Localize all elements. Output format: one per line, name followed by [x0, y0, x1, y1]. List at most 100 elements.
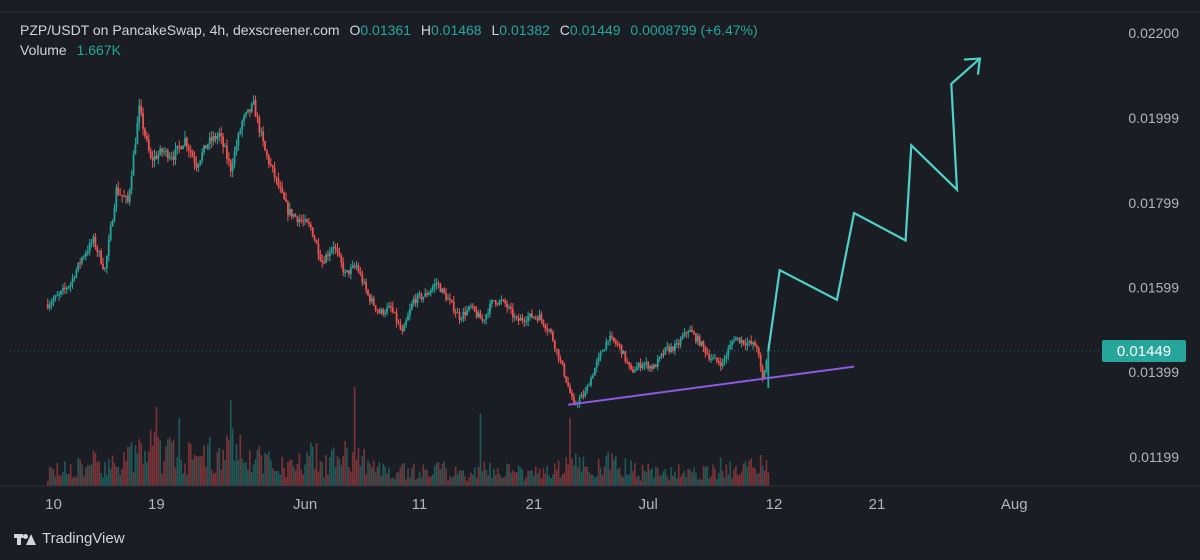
candle-body — [216, 136, 219, 140]
candle-body — [267, 155, 270, 164]
volume-bar — [628, 474, 630, 486]
volume-bar — [473, 467, 476, 486]
candle-body — [161, 148, 164, 153]
tradingview-branding[interactable]: TradingView — [14, 530, 125, 547]
volume-bar — [167, 439, 169, 486]
candle-body — [738, 337, 741, 343]
candle-body — [159, 148, 162, 155]
volume-bar — [283, 467, 285, 486]
volume-bar — [48, 466, 51, 486]
volume-bar — [310, 442, 312, 486]
volume-bar — [719, 457, 722, 486]
candle-body — [306, 219, 308, 223]
candle-body — [304, 219, 306, 222]
volume-bar — [117, 466, 120, 486]
candle-body — [153, 156, 156, 161]
candle-body — [328, 252, 331, 257]
candle-body — [498, 300, 501, 305]
candle-body — [633, 370, 636, 373]
candle-body — [336, 248, 339, 252]
volume-bar — [618, 467, 621, 486]
volume-bar — [605, 455, 608, 486]
candle-body — [105, 255, 108, 268]
volume-bar — [382, 463, 385, 486]
volume-bar — [626, 474, 629, 486]
candle-body — [422, 296, 425, 300]
candle-body — [515, 316, 518, 318]
candle-body — [694, 334, 697, 342]
candle-body — [107, 240, 110, 256]
volume-bar — [319, 461, 322, 486]
candle-body — [622, 351, 625, 355]
volume-bar — [464, 476, 467, 486]
volume-bar — [386, 473, 388, 486]
candle-body — [691, 329, 693, 333]
volume-bar — [534, 466, 537, 486]
candle-body — [572, 396, 575, 403]
volume-bar — [765, 460, 768, 486]
volume-bar — [94, 453, 97, 486]
volume-bar — [203, 445, 205, 486]
volume-bar — [735, 465, 737, 486]
x-tick-label: 10 — [45, 496, 62, 513]
volume-bar — [624, 458, 627, 486]
candle-body — [725, 356, 728, 359]
volume-bar — [290, 459, 293, 486]
candle-body — [544, 325, 547, 329]
volume-bar — [357, 447, 360, 486]
candle-body — [487, 313, 489, 315]
volume-bar — [479, 413, 482, 486]
volume-bar — [641, 464, 644, 486]
candle-body — [325, 254, 327, 264]
candle-body — [441, 288, 444, 293]
candle-body — [94, 236, 97, 248]
candle-body — [449, 298, 451, 301]
price-chart[interactable]: 0.02200 0.01999 0.01799 0.01599 0.01399 0.011… — [0, 0, 1200, 560]
candle-body — [136, 122, 139, 145]
volume-bar — [86, 464, 89, 486]
candle-body — [700, 341, 703, 346]
candle-body — [359, 271, 362, 275]
candle-body — [626, 361, 629, 363]
candle-body — [308, 222, 310, 225]
candle-body — [466, 310, 469, 316]
volume-bar — [695, 472, 697, 486]
candle-body — [653, 365, 655, 369]
volume-bar — [546, 465, 548, 486]
candle-body — [649, 365, 652, 369]
volume-bar — [611, 453, 613, 486]
candle-body — [338, 251, 341, 256]
volume-bar — [470, 472, 472, 486]
volume-bar — [186, 474, 188, 486]
volume-bar — [85, 467, 87, 486]
candle-body — [613, 337, 615, 342]
candle-body — [496, 303, 499, 305]
volume-bar — [653, 477, 655, 486]
x-tick-label: 11 — [412, 496, 428, 513]
candle-body — [485, 314, 488, 320]
candle-body — [117, 187, 120, 195]
candle-body — [710, 358, 713, 360]
volume-bar — [235, 443, 238, 486]
volume-bar — [746, 466, 749, 486]
candle-body — [102, 263, 104, 269]
candle-body — [292, 214, 295, 217]
candle-body — [462, 311, 465, 319]
volume-bar — [111, 455, 114, 486]
candle-body — [605, 341, 608, 350]
volume-bar — [50, 467, 53, 486]
volume-value: 1.667K — [76, 42, 121, 58]
candle-body — [174, 149, 177, 161]
candle-body — [460, 318, 463, 320]
candle-body — [477, 312, 480, 318]
volume-bar — [157, 436, 160, 486]
volume-bar — [721, 470, 724, 486]
candle-body — [370, 298, 373, 302]
candle-body — [755, 346, 758, 349]
candle-body — [275, 177, 278, 179]
y-tick-label: 0.01599 — [1128, 280, 1179, 296]
candle-body — [721, 361, 724, 367]
volume-bar — [56, 463, 59, 486]
candle-body — [187, 146, 190, 150]
volume-bar — [216, 451, 219, 486]
